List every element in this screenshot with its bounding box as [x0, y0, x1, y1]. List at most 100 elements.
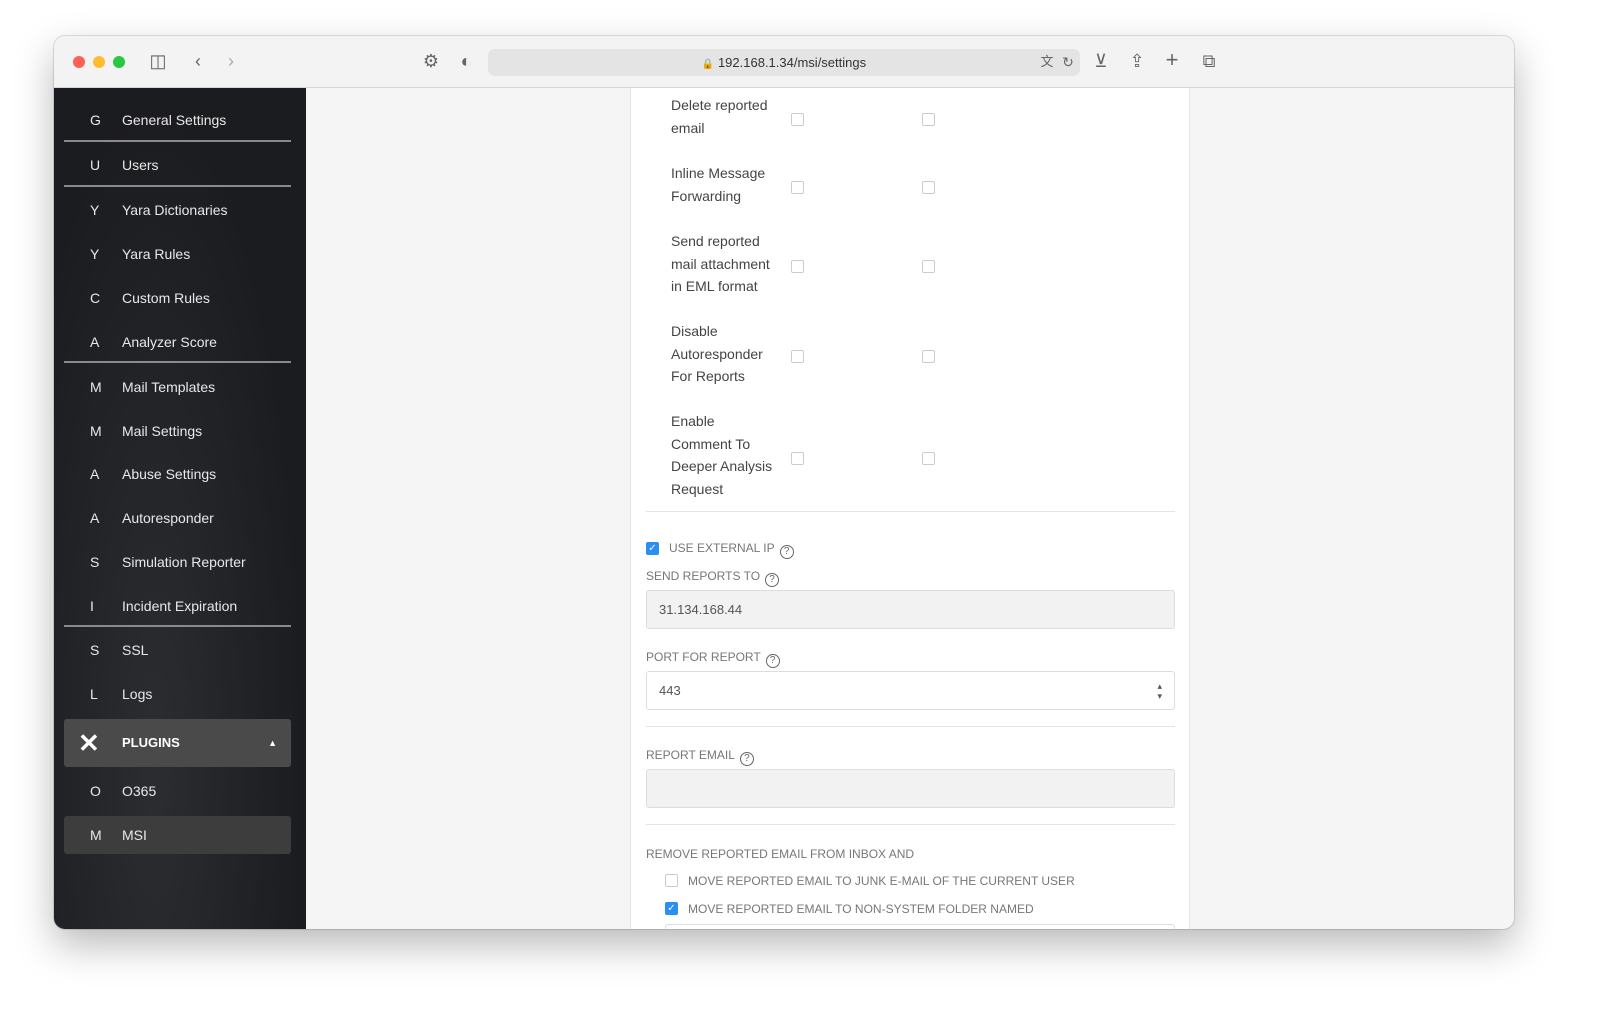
sidebar-item[interactable]: G General Settings: [64, 101, 291, 139]
settings-panel: ✓ USE EXTERNAL IP? SEND REPORTS TO? 31.1…: [630, 88, 1190, 929]
help-icon[interactable]: ?: [779, 545, 794, 559]
translate-icon[interactable]: 文: [1036, 52, 1058, 72]
reload-icon[interactable]: ↻: [1057, 52, 1079, 72]
sidebar-item-letter: C: [90, 290, 101, 306]
help-icon[interactable]: ?: [765, 573, 780, 587]
sidebar-item[interactable]: M Mail Templates: [64, 368, 291, 406]
option-checkbox-1[interactable]: [791, 350, 804, 364]
use-external-ip-checkbox[interactable]: ✓: [646, 542, 659, 555]
option-label-line: Comment To: [671, 435, 751, 452]
download-icon[interactable]: ⊻: [1090, 51, 1112, 71]
sidebar-item[interactable]: Y Yara Dictionaries: [64, 191, 291, 229]
sidebar-item[interactable]: A Abuse Settings: [64, 455, 291, 493]
share-icon[interactable]: ⇪: [1126, 51, 1148, 71]
port-input[interactable]: 443 ▴ ▾: [646, 671, 1175, 710]
report-email-label: REPORT EMAIL?: [646, 748, 754, 766]
sidebar-item-label: SSL: [122, 642, 149, 658]
folder-name-input[interactable]: [665, 924, 1175, 929]
sidebar-item[interactable]: M Mail Settings: [64, 412, 291, 450]
sidebar-item[interactable]: S Simulation Reporter: [64, 543, 291, 581]
option-label-line: For Reports: [671, 368, 745, 384]
option-checkbox-1[interactable]: [791, 451, 804, 465]
sidebar-item[interactable]: S SSL: [64, 631, 291, 669]
option-checkbox-2[interactable]: [922, 451, 935, 465]
zoom-window-button[interactable]: [113, 56, 125, 68]
option-label: Disable Autoresponder For Reports: [671, 320, 781, 388]
option-checkbox-1[interactable]: [791, 181, 804, 194]
sidebar-item-letter: U: [90, 157, 101, 173]
option-checkbox-2[interactable]: [922, 350, 935, 364]
sidebar-item-letter: Y: [90, 246, 100, 262]
new-tab-icon[interactable]: +: [1161, 49, 1183, 71]
report-email-input[interactable]: [646, 769, 1175, 808]
junk-folder-label: MOVE REPORTED EMAIL TO JUNK E-MAIL OF TH…: [688, 874, 1075, 888]
send-reports-to-input[interactable]: 31.134.168.44: [646, 590, 1175, 629]
sidebar-item-letter: S: [90, 642, 100, 658]
option-label-line: Request: [671, 480, 724, 497]
option-checkbox-2[interactable]: [922, 260, 935, 274]
port-value: 443: [659, 683, 681, 698]
divider: [646, 511, 1175, 512]
sidebar-item-letter: G: [90, 112, 101, 128]
sidebar-item-label: Mail Settings: [122, 423, 203, 439]
option-label-line: Disable: [671, 323, 718, 339]
close-window-button[interactable]: [73, 56, 85, 68]
plugin-item[interactable]: M MSI: [64, 816, 291, 854]
help-icon[interactable]: ?: [765, 654, 780, 668]
forward-icon[interactable]: ›: [220, 51, 242, 71]
sidebar-item-letter: A: [90, 466, 100, 482]
send-reports-to-label: SEND REPORTS TO?: [646, 569, 780, 587]
sidebar-item[interactable]: Y Yara Rules: [64, 235, 291, 273]
sidebar-item-label: General Settings: [122, 112, 227, 128]
sidebar-item[interactable]: U Users: [64, 146, 291, 184]
use-external-ip-label: USE EXTERNAL IP?: [669, 541, 794, 559]
option-checkbox-2[interactable]: [922, 113, 935, 126]
option-label-line: Autoresponder: [671, 345, 763, 362]
sidebar-item-label: Incident Expiration: [122, 598, 238, 614]
stepper-icon[interactable]: ▴ ▾: [1157, 672, 1162, 701]
sidebar-divider: [64, 361, 291, 363]
sidebar-item-label: O365: [122, 783, 157, 799]
sidebar-item[interactable]: A Analyzer Score: [64, 323, 291, 361]
sidebar-item-letter: I: [90, 598, 94, 614]
sidebar-item[interactable]: L Logs: [64, 675, 291, 713]
option-label: Send reported mail attachment in EML forma…: [671, 230, 781, 298]
option-label-line: mail attachment: [671, 255, 770, 272]
option-checkbox-2[interactable]: [922, 181, 935, 194]
url-text: 192.168.1.34/msi/settings: [717, 55, 867, 70]
minimize-window-button[interactable]: [93, 56, 105, 68]
sidebar-item-label: Mail Templates: [122, 379, 216, 395]
plugins-label: PLUGINS: [122, 735, 180, 750]
divider: [646, 824, 1175, 825]
plugins-menu-toggle[interactable]: ✕ PLUGINS ▲: [64, 719, 291, 767]
shield-icon[interactable]: ◐: [455, 51, 477, 71]
sidebar-item-letter: Y: [90, 202, 100, 218]
sidebar-divider: [64, 185, 291, 187]
back-icon[interactable]: ‹: [187, 51, 209, 71]
junk-folder-checkbox[interactable]: [665, 874, 678, 887]
sidebar-item[interactable]: I Incident Expiration: [64, 587, 291, 625]
sidebar-toggle-icon[interactable]: ◫: [147, 51, 169, 71]
option-label: Enable Comment To Deeper Analysis Request: [671, 410, 781, 500]
option-checkbox-1[interactable]: [791, 113, 804, 126]
settings-gear-icon[interactable]: ⚙: [420, 51, 442, 71]
sidebar-item-label: Users: [122, 157, 159, 173]
plugin-item[interactable]: O O365: [64, 772, 291, 810]
caret-up-icon: ▲: [268, 738, 277, 748]
address-bar[interactable]: 🔒 192.168.1.34/msi/settings: [488, 49, 1080, 76]
option-label-line: Send reported: [671, 233, 760, 249]
option-label-line: Deeper Analysis: [671, 458, 773, 474]
named-folder-label: MOVE REPORTED EMAIL TO NON-SYSTEM FOLDER…: [688, 902, 1034, 916]
browser-window: ◫ ‹ › ⚙ ◐ 🔒 192.168.1.34/msi/settings 文 …: [54, 36, 1514, 929]
sidebar-item[interactable]: A Autoresponder: [64, 499, 291, 537]
option-checkbox-1[interactable]: [791, 260, 804, 274]
sidebar-item-label: MSI: [122, 827, 147, 843]
sidebar-item-label: Analyzer Score: [122, 334, 217, 350]
tabs-overview-icon[interactable]: ⧉: [1198, 51, 1220, 71]
sidebar-item-label: Logs: [122, 686, 153, 702]
sidebar-item-label: Custom Rules: [122, 290, 210, 306]
sidebar-item[interactable]: C Custom Rules: [64, 279, 291, 317]
named-folder-checkbox[interactable]: ✓: [665, 902, 678, 915]
help-icon[interactable]: ?: [739, 752, 754, 766]
port-label: PORT FOR REPORT?: [646, 650, 780, 668]
